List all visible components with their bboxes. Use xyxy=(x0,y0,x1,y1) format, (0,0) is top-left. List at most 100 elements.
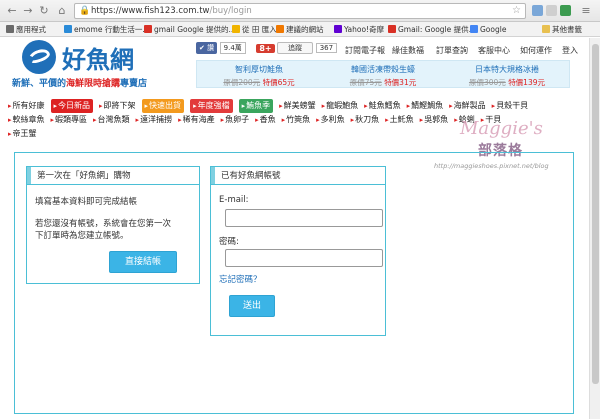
site-logo-icon[interactable] xyxy=(22,40,56,74)
promo-item[interactable]: 韓國活凍帶殼生蠔 原價75元 特價31元 xyxy=(321,64,445,88)
category-link[interactable]: 吳郭魚 xyxy=(420,113,448,127)
yahoo-icon xyxy=(334,25,342,33)
gmail-icon xyxy=(144,25,152,33)
back-icon[interactable]: ← xyxy=(6,5,18,17)
top-link-login[interactable]: 登入 xyxy=(562,45,578,56)
category-link[interactable]: 今日新品 xyxy=(50,99,94,113)
google-icon xyxy=(470,25,478,33)
category-link[interactable]: 土魠魚 xyxy=(385,113,414,127)
promo-sale-price: 特價139元 xyxy=(508,78,546,87)
guest-account-text: 若您還沒有帳號，系統會在您第一次 xyxy=(35,219,172,229)
category-link[interactable]: 即將下架 xyxy=(99,99,136,113)
category-link[interactable]: 快速出貨 xyxy=(141,99,185,113)
category-link[interactable]: 所有好康 xyxy=(8,99,45,113)
top-link-orders[interactable]: 訂單查詢 xyxy=(436,45,468,56)
top-link-lucky[interactable]: 緣佳數福 xyxy=(392,45,424,56)
promo-sale-price: 特價65元 xyxy=(262,78,295,87)
category-link[interactable]: 秋刀魚 xyxy=(351,113,379,127)
bookmark-apps[interactable]: 應用程式 xyxy=(6,24,46,35)
category-link[interactable]: 鮭魚鱈魚 xyxy=(364,99,401,113)
bookmark-suggested[interactable]: 建議的網站 xyxy=(276,24,324,35)
follow-count: 367 xyxy=(315,43,338,53)
category-link[interactable]: 香魚 xyxy=(255,113,276,127)
evernote-icon[interactable] xyxy=(560,5,571,16)
category-nav-row: 帝王蟹 xyxy=(8,127,43,140)
folder-icon xyxy=(232,25,240,33)
site-slogan: 新鮮、平價的海鮮限時搶購專賣店 xyxy=(12,79,148,89)
scrollbar-thumb[interactable] xyxy=(592,44,599,384)
bookmark-import[interactable]: 從 田 匯入 xyxy=(232,24,277,35)
address-bar[interactable]: 🔒 https://www.fish123.com.tw/buy/login ☆ xyxy=(74,3,526,19)
bookmark-gmail-google[interactable]: gmail Google 提供的... xyxy=(144,24,236,35)
translate-icon[interactable] xyxy=(532,5,543,16)
watermark-title: Maggie's xyxy=(460,118,543,139)
password-field[interactable] xyxy=(225,249,383,267)
bookmark-emome[interactable]: emome 行動生活一... xyxy=(64,24,149,35)
category-nav-row: 軟絲章魚蝦類專區台灣魚類遠洋捕撈稀有海產魚卵子香魚竹筴魚多利魚秋刀魚土魠魚吳郭魚… xyxy=(8,113,507,126)
menu-icon[interactable]: ≡ xyxy=(580,5,592,17)
url-text: https://www.fish123.com.tw/buy/login xyxy=(91,6,252,16)
category-link[interactable]: 竹筴魚 xyxy=(282,113,310,127)
submit-button[interactable]: 送出 xyxy=(229,295,275,317)
email-field[interactable] xyxy=(225,209,383,227)
gmail-icon xyxy=(388,25,396,33)
promo-sale-price: 特價31元 xyxy=(384,78,417,87)
top-link-service[interactable]: 客服中心 xyxy=(478,45,510,56)
promo-strip: 智利厚切鮭魚 原價200元 特價65元 韓國活凍帶殼生蠔 原價75元 特價31元… xyxy=(196,60,570,88)
guest-info-text: 填寫基本資料即可完成結帳 xyxy=(35,197,138,207)
home-icon[interactable]: ⌂ xyxy=(56,5,68,17)
top-link-howto[interactable]: 如何運作 xyxy=(520,45,552,56)
category-link[interactable]: 年度強檔 xyxy=(190,99,233,113)
promo-name: 智利厚切鮭魚 xyxy=(235,65,283,74)
promo-original-price: 原價200元 xyxy=(223,78,261,87)
social-bar: ✔ 讚 9.4萬 8+ 追蹤 367 xyxy=(196,42,345,56)
bookmark-star-icon[interactable]: ☆ xyxy=(512,5,521,16)
category-link[interactable]: 鯖鰹鯛魚 xyxy=(407,99,443,113)
category-link[interactable]: 龍蝦鮑魚 xyxy=(322,99,358,113)
promo-original-price: 原價75元 xyxy=(349,78,382,87)
email-label: E-mail: xyxy=(219,195,249,205)
apps-icon xyxy=(6,25,14,33)
site-logo-text[interactable]: 好魚網 xyxy=(62,40,134,75)
promo-original-price: 原價300元 xyxy=(468,78,506,87)
google-plus-icon[interactable]: 8+ xyxy=(256,43,275,53)
reload-icon[interactable]: ↻ xyxy=(38,5,50,17)
category-link[interactable]: 帝王蟹 xyxy=(8,127,37,141)
category-link[interactable]: 海鮮製品 xyxy=(449,99,486,113)
category-link[interactable]: 鮪魚季 xyxy=(238,99,274,113)
guest-checkout-title: 第一次在「好魚網」購物 xyxy=(27,167,199,185)
category-link[interactable]: 稀有海產 xyxy=(178,113,215,127)
direct-checkout-button[interactable]: 直接結帳 xyxy=(109,251,177,273)
emome-icon xyxy=(64,25,72,33)
scrollbar[interactable] xyxy=(589,38,600,419)
category-link[interactable]: 貝殼干貝 xyxy=(492,99,528,113)
lock-icon: 🔒 xyxy=(79,6,91,16)
promo-name: 韓國活凍帶殼生蠔 xyxy=(351,65,415,74)
suggested-icon xyxy=(276,25,284,33)
bookmark-gmail[interactable]: Gmail: Google 提供... xyxy=(388,24,476,35)
category-link[interactable]: 鮮美螃蟹 xyxy=(279,99,316,113)
top-link-newsletter[interactable]: 訂閱電子報 xyxy=(345,45,385,56)
guest-checkout-panel: 第一次在「好魚網」購物 填寫基本資料即可完成結帳 若您還沒有帳號，系統會在您第一… xyxy=(26,166,200,284)
follow-button[interactable]: 追蹤 xyxy=(277,42,314,54)
category-link[interactable]: 軟絲章魚 xyxy=(8,113,45,127)
bookmark-google[interactable]: Google xyxy=(470,24,506,35)
facebook-like-button[interactable]: ✔ 讚 xyxy=(196,42,218,54)
extension-icon[interactable] xyxy=(546,5,557,16)
forward-icon[interactable]: → xyxy=(22,5,34,17)
forgot-password-link[interactable]: 忘記密碼？ xyxy=(219,273,262,285)
category-link[interactable]: 魚卵子 xyxy=(221,113,249,127)
like-count: 9.4萬 xyxy=(219,42,246,54)
bookmark-yahoo[interactable]: Yahoo!奇摩 xyxy=(334,24,384,35)
promo-item[interactable]: 日本特大規格冰捲 原價300元 特價139元 xyxy=(445,64,569,88)
browser-toolbar: ← → ↻ ⌂ 🔒 https://www.fish123.com.tw/buy… xyxy=(0,0,600,22)
category-link[interactable]: 遠洋捕撈 xyxy=(136,113,172,127)
category-link[interactable]: 多利魚 xyxy=(316,113,345,127)
category-link[interactable]: 蝦類專區 xyxy=(51,113,87,127)
promo-name: 日本特大規格冰捲 xyxy=(475,65,539,74)
password-label: 密碼: xyxy=(219,237,239,247)
bookmark-other[interactable]: 其他書籤 xyxy=(542,24,582,35)
promo-item[interactable]: 智利厚切鮭魚 原價200元 特價65元 xyxy=(197,64,321,88)
category-link[interactable]: 台灣魚類 xyxy=(93,113,130,127)
member-login-title: 已有好魚網帳號 xyxy=(211,167,385,185)
